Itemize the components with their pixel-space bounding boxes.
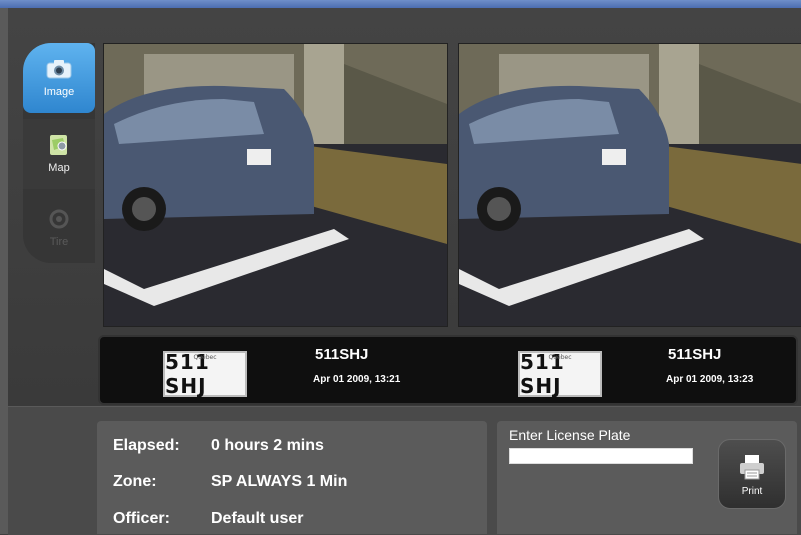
elapsed-row: Elapsed: 0 hours 2 mins xyxy=(113,437,324,455)
plate-province: Québec xyxy=(193,354,217,361)
ticket-info-panel: Elapsed: 0 hours 2 mins Zone: SP ALWAYS 1 … xyxy=(97,421,487,534)
elapsed-value: 0 hours 2 mins xyxy=(211,437,324,454)
officer-value: Default user xyxy=(211,510,304,527)
camera-icon xyxy=(46,60,72,79)
plate-crop-1[interactable]: Québec 511 SHJ xyxy=(163,350,247,398)
sidebar-item-label: Tire xyxy=(49,236,69,248)
zone-label: Zone: xyxy=(113,473,157,490)
sidebar-item-label: Image xyxy=(43,86,75,98)
plate-read-strip: Québec 511 SHJ 511SHJ Apr 01 2009, 13:21… xyxy=(98,335,798,405)
officer-label: Officer: xyxy=(113,510,170,527)
license-entry-panel: Enter License Plate Print xyxy=(497,421,797,534)
window-left-border xyxy=(0,8,8,534)
sidebar: Image Map Tire xyxy=(23,43,95,263)
sidebar-item-label: Map xyxy=(48,162,70,174)
print-label: Print xyxy=(741,485,763,497)
plate-timestamp-1: Apr 01 2009, 13:21 xyxy=(313,374,401,385)
sidebar-item-tire: Tire xyxy=(23,193,95,263)
sidebar-item-map[interactable]: Map xyxy=(23,119,95,189)
vehicle-photo-2[interactable] xyxy=(458,43,801,327)
zone-value: SP ALWAYS 1 Min xyxy=(211,473,348,490)
print-button[interactable]: Print xyxy=(718,439,786,509)
sidebar-item-image[interactable]: Image xyxy=(23,43,95,113)
vehicle-photo-1[interactable] xyxy=(103,43,448,327)
printer-icon xyxy=(740,454,764,479)
plate-number-1: 511SHJ xyxy=(315,346,369,363)
license-plate-input[interactable] xyxy=(509,448,693,464)
tire-icon xyxy=(49,209,69,229)
officer-row: Officer: Default user xyxy=(113,510,303,528)
car-image xyxy=(459,44,801,326)
window-title-bar xyxy=(0,0,801,8)
plate-number-2: 511SHJ xyxy=(668,346,722,363)
plate-crop-2[interactable]: Québec 511 SHJ xyxy=(518,350,602,398)
elapsed-label: Elapsed: xyxy=(113,437,180,454)
plate-province: Québec xyxy=(548,354,572,361)
car-image xyxy=(104,44,447,326)
license-entry-title: Enter License Plate xyxy=(509,427,631,443)
map-icon xyxy=(50,135,67,155)
zone-row: Zone: SP ALWAYS 1 Min xyxy=(113,473,347,491)
plate-timestamp-2: Apr 01 2009, 13:23 xyxy=(666,374,754,385)
